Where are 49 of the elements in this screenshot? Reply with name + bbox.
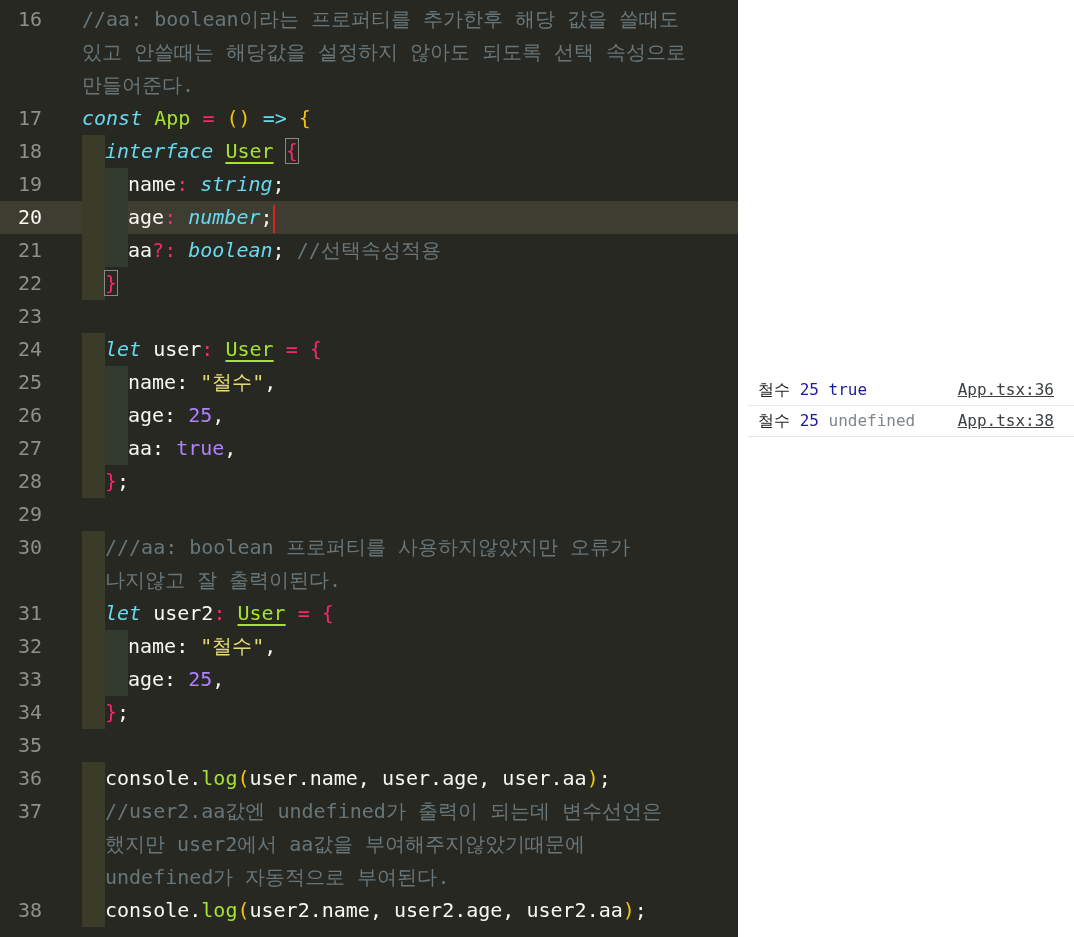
- line-number: 38: [16, 897, 42, 924]
- code-line: console.log(user.name, user.age, user.aa);: [105, 766, 611, 790]
- line-number: 34: [16, 699, 42, 726]
- source-link[interactable]: App.tsx:36: [957, 375, 1054, 405]
- code-line: age: number;: [128, 205, 273, 229]
- line-number: 18: [16, 138, 42, 165]
- line-number: 24: [16, 336, 42, 363]
- code-line: name: "철수",: [128, 370, 277, 394]
- code-line: console.log(user2.name, user2.age, user2.aa);: [105, 898, 647, 922]
- code-line: };: [105, 469, 130, 493]
- code-comment: ///aa: boolean 프로퍼티를 사용하지않았지만 오류가 나지않고 잘 출력이된다.: [105, 535, 631, 592]
- line-number: 37: [16, 798, 42, 825]
- code-line: name: string;: [128, 172, 285, 196]
- line-number: 36: [16, 765, 42, 792]
- line-number: 35: [16, 732, 42, 759]
- line-number: 17: [16, 105, 42, 132]
- line-number: 28: [16, 468, 42, 495]
- code-line: const App = () => {: [82, 106, 311, 130]
- code-line: interface User {: [105, 139, 298, 163]
- text-cursor: [272, 204, 275, 233]
- console-message: 철수 25 true: [758, 379, 868, 401]
- line-number: 27: [16, 435, 42, 462]
- line-number: 26: [16, 402, 42, 429]
- code-comment: //aa: boolean이라는 프로퍼티를 추가한후 해당 값을 쓸때도 있고 안쓸때는 해당값을 설정하지 않아도 되도록 선택 속성으로 만들어준다.: [82, 7, 688, 97]
- code-line: aa?: boolean; //선택속성적용: [128, 238, 441, 262]
- code-line: age: 25,: [128, 403, 225, 427]
- line-number: 25: [16, 369, 42, 396]
- line-number: 19: [16, 171, 42, 198]
- line-number: 23: [16, 303, 42, 330]
- line-number: 32: [16, 633, 42, 660]
- code-line: };: [105, 700, 130, 724]
- code-line: let user: User = {: [105, 337, 322, 361]
- line-number: 16: [16, 6, 42, 33]
- code-line: let user2: User = {: [105, 601, 334, 625]
- console-message: 철수 25 undefined: [758, 410, 916, 432]
- code-line: aa: true,: [128, 436, 237, 460]
- code-line: name: "철수",: [128, 634, 277, 658]
- code-comment: //user2.aa값엔 undefined가 출력이 되는데 변수선언은 했지만 user2에서 aa값을 부여해주지않았기때문에 undefined가 자동적으로 부여된다.: [105, 799, 663, 889]
- line-number: 22: [16, 270, 42, 297]
- code-line: }: [105, 271, 118, 295]
- line-number: 33: [16, 666, 42, 693]
- line-number: 30: [16, 534, 42, 561]
- line-number: 21: [16, 237, 42, 264]
- code-line: age: 25,: [128, 667, 225, 691]
- line-number: 29: [16, 501, 42, 528]
- line-number: 20: [16, 204, 42, 231]
- line-number: 31: [16, 600, 42, 627]
- source-link[interactable]: App.tsx:38: [957, 406, 1054, 436]
- indent-guide: [82, 267, 105, 300]
